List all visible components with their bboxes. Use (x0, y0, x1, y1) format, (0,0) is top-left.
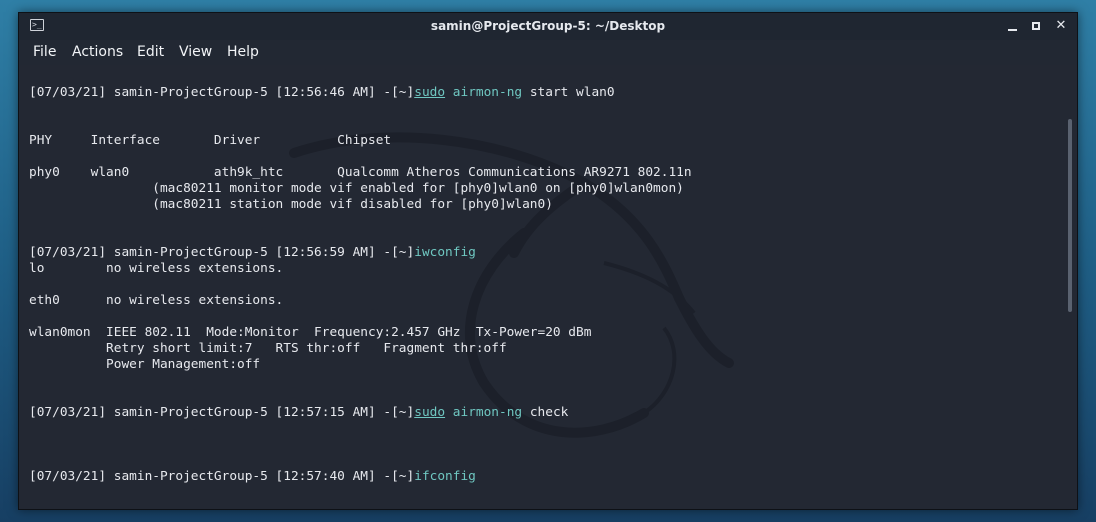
command-args: check (522, 405, 569, 420)
command-name: iwconfig (414, 245, 476, 260)
terminal-output[interactable]: [07/03/21] samin-ProjectGroup-5 [12:56:4… (19, 65, 1077, 509)
output-line: PHY Interface Driver Chipset (29, 133, 392, 148)
maximize-icon (1032, 22, 1040, 30)
menu-actions[interactable]: Actions (72, 44, 123, 60)
prompt-line: [07/03/21] samin-ProjectGroup-5 [12:57:1… (29, 405, 1055, 421)
output-line: Power Management:off (29, 357, 261, 372)
output-line: eth0 no wireless extensions. (29, 293, 284, 308)
terminal-window: >_ samin@ProjectGroup-5: ~/Desktop ✕ Fil… (18, 12, 1078, 510)
command-name: airmon-ng (452, 405, 523, 420)
terminal-lines: [07/03/21] samin-ProjectGroup-5 [12:56:4… (29, 85, 1055, 485)
title-bar[interactable]: >_ samin@ProjectGroup-5: ~/Desktop ✕ (19, 13, 1077, 40)
minimize-icon (1008, 29, 1017, 31)
menu-edit[interactable]: Edit (137, 44, 164, 60)
scrollbar[interactable] (1068, 119, 1072, 312)
menu-help[interactable]: Help (227, 44, 259, 60)
command-name: airmon-ng (452, 85, 523, 100)
menu-view[interactable]: View (179, 44, 212, 60)
prompt-text: [07/03/21] samin-ProjectGroup-5 [12:57:4… (29, 469, 415, 484)
command-args: start wlan0 (522, 85, 615, 100)
prompt-text: [07/03/21] samin-ProjectGroup-5 [12:56:4… (29, 85, 415, 100)
sudo-keyword: sudo (414, 85, 446, 100)
prompt-text: [07/03/21] samin-ProjectGroup-5 [12:57:1… (29, 405, 415, 420)
prompt-line: [07/03/21] samin-ProjectGroup-5 [12:56:4… (29, 85, 1055, 101)
output-line: (mac80211 monitor mode vif enabled for [… (29, 181, 684, 196)
prompt-line: [07/03/21] samin-ProjectGroup-5 [12:56:5… (29, 245, 1055, 261)
sudo-keyword: sudo (414, 405, 446, 420)
output-line: Retry short limit:7 RTS thr:off Fragment… (29, 341, 507, 356)
menu-bar: File Actions Edit View Help (19, 40, 1077, 65)
maximize-button[interactable] (1028, 17, 1046, 35)
window-title: samin@ProjectGroup-5: ~/Desktop (430, 19, 666, 33)
prompt-line: [07/03/21] samin-ProjectGroup-5 [12:57:4… (29, 469, 1055, 485)
output-line: (mac80211 station mode vif disabled for … (29, 197, 553, 212)
output-line: wlan0mon IEEE 802.11 Mode:Monitor Freque… (29, 325, 592, 340)
close-button[interactable]: ✕ (1052, 17, 1070, 35)
close-icon: ✕ (1055, 18, 1067, 33)
prompt-text: [07/03/21] samin-ProjectGroup-5 [12:56:5… (29, 245, 415, 260)
command-name: ifconfig (414, 469, 476, 484)
menu-file[interactable]: File (33, 44, 56, 60)
output-line: phy0 wlan0 ath9k_htc Qualcomm Atheros Co… (29, 165, 692, 180)
output-line: lo no wireless extensions. (29, 261, 284, 276)
minimize-button[interactable] (1004, 17, 1022, 35)
